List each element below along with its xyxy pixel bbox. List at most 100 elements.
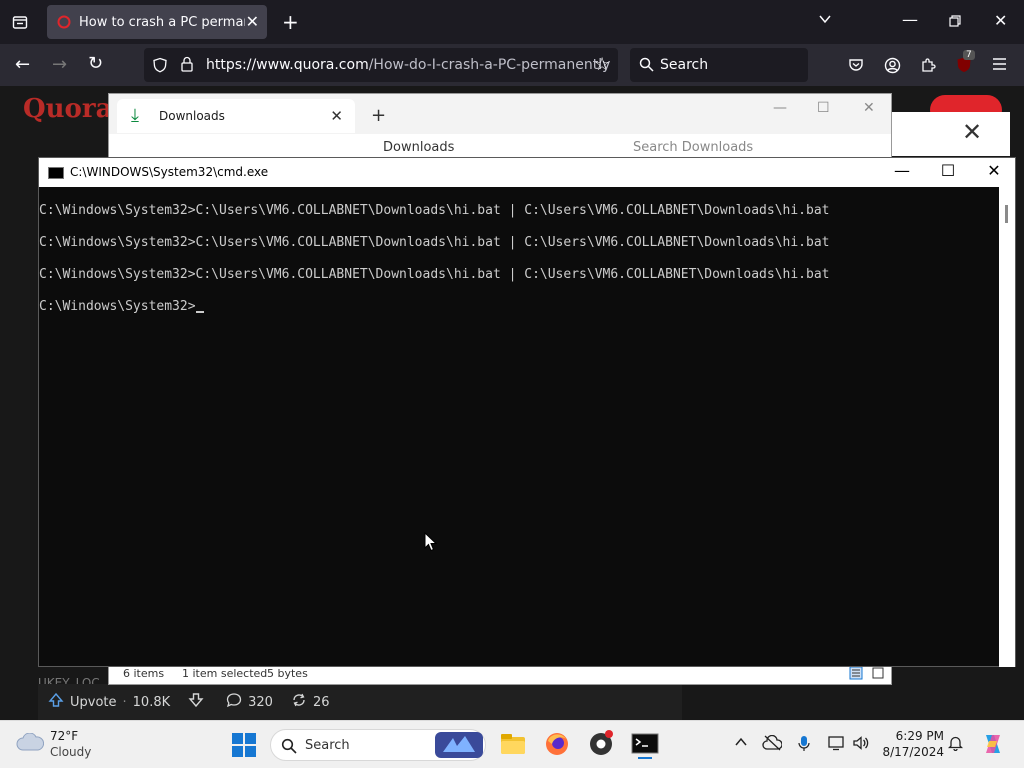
- bookmark-star-icon[interactable]: ☆: [594, 56, 610, 74]
- upvote-count: 10.8K: [132, 694, 171, 710]
- address-bar[interactable]: https://www.quora.com/How-do-I-crash-a-P…: [144, 48, 618, 82]
- tiles-view-icon[interactable]: [871, 666, 885, 683]
- lock-icon[interactable]: [180, 56, 194, 75]
- share-icon[interactable]: [291, 692, 307, 712]
- minimize-icon[interactable]: —: [902, 12, 918, 28]
- extension-badge: 7: [963, 50, 975, 60]
- tab-title: How to crash a PC permanently: [79, 14, 245, 30]
- terminal-icon[interactable]: [630, 729, 660, 759]
- weather-temperature[interactable]: 72°F: [50, 729, 78, 743]
- console-prompt: C:\Windows\System32>: [39, 299, 196, 314]
- answer-action-bar: Upvote · 10.8K 320 26: [38, 684, 682, 720]
- close-window-icon[interactable]: ✕: [863, 100, 875, 116]
- quora-dialog-fragment: ✕: [890, 112, 1010, 156]
- url-domain: https://www.quora.com: [206, 57, 369, 73]
- firefox-icon[interactable]: [542, 729, 572, 759]
- scrollbar-thumb[interactable]: [1005, 205, 1008, 223]
- upvote-icon[interactable]: [48, 692, 64, 712]
- windows-logo-tile: [245, 733, 256, 744]
- list-all-tabs-icon[interactable]: [12, 14, 28, 33]
- notification-bell-icon[interactable]: [947, 735, 964, 755]
- forward-arrow-icon[interactable]: →: [52, 56, 67, 74]
- browser-nav-bar: ← → ↻ https://www.quora.com/How-do-I-cra…: [0, 44, 1024, 86]
- copilot-icon[interactable]: [980, 731, 1006, 761]
- quora-favicon-icon: [57, 15, 71, 29]
- console-prompt-line: C:\Windows\System32>: [39, 299, 204, 314]
- browser-tab-bar: How to crash a PC permanently ✕ + — ✕: [0, 0, 1024, 44]
- console-icon: [48, 167, 64, 179]
- search-placeholder: Search: [660, 57, 709, 73]
- clock-time[interactable]: 6:29 PM: [884, 729, 944, 743]
- extensions-puzzle-icon[interactable]: [920, 57, 936, 76]
- status-size: 5 bytes: [267, 667, 308, 680]
- speaker-volume-icon[interactable]: [852, 735, 870, 755]
- search-highlight-icon: [435, 732, 483, 758]
- hamburger-menu-icon[interactable]: [992, 57, 1007, 74]
- chrome-icon[interactable]: [586, 729, 616, 759]
- windows-logo-tile: [232, 746, 243, 757]
- file-explorer-icon[interactable]: [498, 729, 528, 759]
- cloudy-weather-icon[interactable]: [16, 733, 44, 751]
- separator-dot: ·: [122, 694, 127, 710]
- windows-logo-tile: [232, 733, 243, 744]
- upvote-label[interactable]: Upvote: [70, 695, 117, 710]
- close-tab-icon[interactable]: ✕: [246, 12, 259, 31]
- search-icon: [639, 57, 654, 75]
- search-downloads-input[interactable]: Search Downloads: [633, 140, 753, 155]
- download-arrow-icon: ⤓: [131, 105, 139, 126]
- status-selected: 1 item selected: [182, 667, 268, 680]
- tab-quora[interactable]: How to crash a PC permanently ✕: [47, 5, 267, 39]
- taskbar-search-label: Search: [305, 738, 350, 753]
- details-view-icon[interactable]: [849, 666, 863, 683]
- mouse-pointer-icon: [424, 532, 438, 552]
- downloads-tab[interactable]: ⤓ Downloads ✕: [117, 99, 355, 133]
- cmd-window: C:\WINDOWS\System32\cmd.exe — ☐ ✕ C:\Win…: [38, 157, 1016, 667]
- breadcrumb[interactable]: Downloads: [383, 140, 454, 155]
- new-tab-icon[interactable]: +: [282, 12, 299, 32]
- windows-taskbar: 72°F Cloudy Search 6:29 PM 8/17/2024: [0, 720, 1024, 768]
- show-hidden-icons-chevron-icon[interactable]: [734, 735, 748, 753]
- cmd-title-bar[interactable]: C:\WINDOWS\System32\cmd.exe — ☐ ✕: [39, 158, 1015, 187]
- restore-icon[interactable]: [948, 14, 962, 31]
- text-cursor: [195, 311, 204, 313]
- close-window-icon[interactable]: ✕: [971, 161, 1017, 180]
- close-dialog-icon[interactable]: ✕: [962, 118, 982, 146]
- share-count: 26: [312, 694, 330, 710]
- explorer-status-bar: 6 items 1 item selected 5 bytes: [109, 664, 891, 684]
- maximize-icon[interactable]: ☐: [925, 161, 971, 180]
- close-downloads-tab-icon[interactable]: ✕: [330, 107, 343, 125]
- url-text[interactable]: https://www.quora.com/How-do-I-crash-a-P…: [206, 57, 610, 73]
- console-line: C:\Windows\System32>C:\Users\VM6.COLLABN…: [39, 203, 830, 218]
- close-window-icon[interactable]: ✕: [994, 13, 1007, 29]
- downvote-icon[interactable]: [188, 692, 204, 712]
- chevron-down-icon[interactable]: [818, 12, 832, 29]
- comment-icon[interactable]: [226, 692, 242, 712]
- microphone-icon[interactable]: [798, 735, 810, 756]
- status-item-count: 6 items: [123, 667, 165, 680]
- new-explorer-tab-icon[interactable]: +: [371, 105, 386, 126]
- back-arrow-icon[interactable]: ←: [15, 56, 30, 74]
- reload-icon[interactable]: ↻: [88, 55, 103, 73]
- pocket-icon[interactable]: [848, 57, 864, 76]
- console-line: C:\Windows\System32>C:\Users\VM6.COLLABN…: [39, 235, 830, 250]
- display-icon[interactable]: [828, 735, 846, 755]
- weather-condition[interactable]: Cloudy: [50, 745, 91, 759]
- explorer-nav-bar: Downloads Search Downloads: [109, 134, 891, 158]
- start-button[interactable]: [232, 733, 256, 757]
- quora-logo[interactable]: Quora: [23, 94, 112, 124]
- url-path: /How-do-I-crash-a-PC-permanently: [368, 57, 611, 73]
- minimize-icon[interactable]: —: [773, 100, 787, 116]
- shield-icon[interactable]: [152, 57, 168, 76]
- minimize-icon[interactable]: —: [879, 161, 925, 180]
- windows-logo-tile: [245, 746, 256, 757]
- console-line: C:\Windows\System32>C:\Users\VM6.COLLABN…: [39, 267, 830, 282]
- cmd-scrollbar[interactable]: [999, 187, 1015, 667]
- clock-date[interactable]: 8/17/2024: [878, 745, 944, 759]
- account-icon[interactable]: [884, 57, 901, 77]
- taskbar-search[interactable]: Search: [270, 729, 486, 761]
- cmd-title: C:\WINDOWS\System32\cmd.exe: [70, 165, 269, 179]
- no-network-cloud-icon[interactable]: [762, 734, 783, 755]
- maximize-icon[interactable]: ☐: [817, 100, 830, 116]
- console-output[interactable]: C:\Windows\System32>C:\Users\VM6.COLLABN…: [39, 187, 999, 667]
- browser-search-box[interactable]: Search: [630, 48, 808, 82]
